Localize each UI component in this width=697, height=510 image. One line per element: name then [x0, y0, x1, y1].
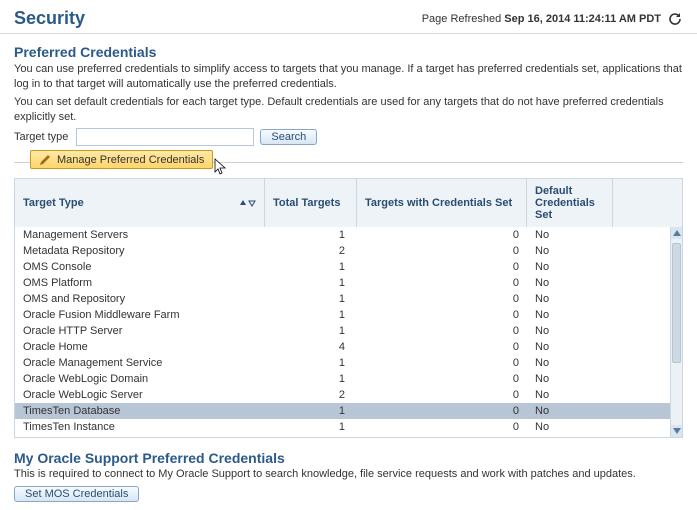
col-header-target-type[interactable]: Target Type: [15, 179, 265, 227]
scroll-thumb[interactable]: [672, 243, 681, 363]
cell-total-targets: 1: [265, 419, 357, 435]
cell-default-credentials-set: No: [527, 227, 613, 243]
cell-default-credentials-set: No: [527, 323, 613, 339]
table-row[interactable]: Management Servers10No: [15, 227, 682, 243]
cell-total-targets: 2: [265, 243, 357, 259]
target-type-label: Target type: [14, 131, 68, 143]
scroll-down-icon[interactable]: [671, 425, 682, 437]
cell-targets-with-credentials-set: 0: [357, 403, 527, 419]
cell-total-targets: 1: [265, 227, 357, 243]
table-row[interactable]: Oracle HTTP Server10No: [15, 323, 682, 339]
table-row[interactable]: OMS and Repository10No: [15, 291, 682, 307]
table-scrollbar[interactable]: [670, 227, 682, 437]
table-row[interactable]: Oracle Management Service10No: [15, 355, 682, 371]
mos-desc: This is required to connect to My Oracle…: [14, 468, 683, 480]
cell-targets-with-credentials-set: 0: [357, 243, 527, 259]
table-row[interactable]: OMS Platform10No: [15, 275, 682, 291]
cell-target-type: OMS Platform: [15, 275, 265, 291]
cell-total-targets: 4: [265, 339, 357, 355]
manage-preferred-credentials-label: Manage Preferred Credentials: [57, 154, 204, 166]
cell-total-targets: 1: [265, 291, 357, 307]
cell-target-type: TimesTen Instance: [15, 419, 265, 435]
mos-title: My Oracle Support Preferred Credentials: [14, 450, 683, 466]
page-title: Security: [14, 8, 85, 29]
manage-preferred-credentials-button[interactable]: Manage Preferred Credentials: [30, 150, 213, 169]
cell-default-credentials-set: No: [527, 291, 613, 307]
cell-targets-with-credentials-set: 0: [357, 323, 527, 339]
cell-total-targets: 1: [265, 275, 357, 291]
table-row[interactable]: OMS Console10No: [15, 259, 682, 275]
page-refreshed-text: Page Refreshed Sep 16, 2014 11:24:11 AM …: [422, 13, 661, 25]
cell-default-credentials-set: No: [527, 355, 613, 371]
cell-total-targets: 1: [265, 307, 357, 323]
cell-total-targets: 1: [265, 355, 357, 371]
cell-target-type: TimesTen Database: [15, 403, 265, 419]
cell-target-type: Metadata Repository: [15, 243, 265, 259]
table-row[interactable]: TimesTen Database10No: [15, 403, 682, 419]
col-header-targets-with-credentials-set[interactable]: Targets with Credentials Set: [357, 179, 527, 227]
cell-default-credentials-set: No: [527, 419, 613, 435]
cell-target-type: Oracle WebLogic Domain: [15, 371, 265, 387]
set-mos-credentials-button[interactable]: Set MOS Credentials: [14, 486, 139, 502]
preferred-credentials-title: Preferred Credentials: [14, 44, 683, 60]
refresh-icon[interactable]: [667, 11, 683, 27]
cell-target-type: OMS Console: [15, 259, 265, 275]
cell-target-type: Management Servers: [15, 227, 265, 243]
pencil-icon: [39, 153, 52, 166]
cell-default-credentials-set: No: [527, 371, 613, 387]
cell-target-type: Oracle Fusion Middleware Farm: [15, 307, 265, 323]
table-row[interactable]: Oracle WebLogic Server20No: [15, 387, 682, 403]
cell-target-type: Oracle Home: [15, 339, 265, 355]
table-row[interactable]: Oracle WebLogic Domain10No: [15, 371, 682, 387]
table-row[interactable]: Oracle Home40No: [15, 339, 682, 355]
cell-target-type: Oracle Management Service: [15, 355, 265, 371]
cell-default-credentials-set: No: [527, 307, 613, 323]
col-header-total-targets[interactable]: Total Targets: [265, 179, 357, 227]
cell-target-type: OMS and Repository: [15, 291, 265, 307]
cell-targets-with-credentials-set: 0: [357, 307, 527, 323]
cell-target-type: Oracle WebLogic Server: [15, 387, 265, 403]
cell-total-targets: 1: [265, 323, 357, 339]
cell-targets-with-credentials-set: 0: [357, 291, 527, 307]
cell-default-credentials-set: No: [527, 387, 613, 403]
scroll-up-icon[interactable]: [671, 227, 682, 239]
target-type-input[interactable]: [76, 128, 254, 146]
cell-target-type: Oracle HTTP Server: [15, 323, 265, 339]
cell-total-targets: 1: [265, 259, 357, 275]
cell-targets-with-credentials-set: 0: [357, 371, 527, 387]
cell-targets-with-credentials-set: 0: [357, 259, 527, 275]
preferred-desc-1: You can use preferred credentials to sim…: [14, 62, 683, 92]
cell-targets-with-credentials-set: 0: [357, 339, 527, 355]
credentials-table: Target Type Total Targets Targets with C…: [14, 178, 683, 438]
table-row[interactable]: Oracle Fusion Middleware Farm10No: [15, 307, 682, 323]
cell-default-credentials-set: No: [527, 275, 613, 291]
search-button[interactable]: Search: [260, 129, 317, 145]
cell-targets-with-credentials-set: 0: [357, 227, 527, 243]
cell-default-credentials-set: No: [527, 243, 613, 259]
sort-icon[interactable]: [239, 199, 256, 207]
cell-total-targets: 1: [265, 403, 357, 419]
table-row[interactable]: TimesTen Instance10No: [15, 419, 682, 435]
cell-total-targets: 2: [265, 387, 357, 403]
cell-default-credentials-set: No: [527, 259, 613, 275]
preferred-desc-2: You can set default credentials for each…: [14, 95, 683, 125]
cell-targets-with-credentials-set: 0: [357, 419, 527, 435]
cell-default-credentials-set: No: [527, 403, 613, 419]
table-row[interactable]: Metadata Repository20No: [15, 243, 682, 259]
cell-targets-with-credentials-set: 0: [357, 387, 527, 403]
cell-targets-with-credentials-set: 0: [357, 275, 527, 291]
cell-default-credentials-set: No: [527, 339, 613, 355]
col-header-default-credentials-set[interactable]: Default Credentials Set: [527, 179, 613, 227]
cell-total-targets: 1: [265, 371, 357, 387]
cell-targets-with-credentials-set: 0: [357, 355, 527, 371]
